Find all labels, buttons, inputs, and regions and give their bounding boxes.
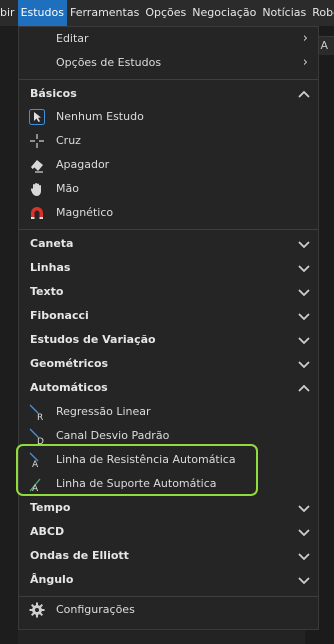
- menu-item-label: Cruz: [56, 134, 81, 147]
- separator: [19, 79, 318, 80]
- chevron-up-icon: [298, 384, 310, 392]
- menu-robos[interactable]: Robôs: [309, 0, 334, 26]
- section-label: Automáticos: [30, 381, 108, 394]
- section-label: Estudos de Variação: [30, 333, 156, 346]
- section-estudos-de-variacao[interactable]: Estudos de Variação: [19, 328, 318, 352]
- menu-ferramentas[interactable]: Ferramentas: [67, 0, 142, 26]
- menu-item-editar[interactable]: Editar ›: [19, 27, 318, 51]
- cursor-icon: [29, 109, 45, 125]
- section-label: Fibonacci: [30, 309, 89, 322]
- menu-opcoes[interactable]: Opções: [142, 0, 189, 26]
- hand-icon: [30, 183, 41, 196]
- chevron-down-icon: [298, 337, 310, 345]
- svg-text:R: R: [37, 413, 43, 420]
- menu-item-label: Apagador: [56, 158, 110, 171]
- menu-estudos[interactable]: Estudos: [17, 0, 67, 26]
- section-geometricos[interactable]: Geométricos: [19, 352, 318, 376]
- chevron-down-icon: [298, 553, 310, 561]
- section-label: Geométricos: [30, 357, 109, 370]
- section-tempo[interactable]: Tempo: [19, 496, 318, 520]
- menu-noticias[interactable]: Notícias: [259, 0, 309, 26]
- menu-item-cruz[interactable]: Cruz: [19, 129, 318, 153]
- menu-negociacao[interactable]: Negociação: [189, 0, 259, 26]
- separator: [19, 596, 318, 597]
- chevron-right-icon: ›: [302, 31, 308, 46]
- section-label: Básicos: [30, 87, 77, 100]
- chevron-down-icon: [298, 577, 310, 585]
- chevron-down-icon: [298, 529, 310, 537]
- menu-item-label: Opções de Estudos: [56, 56, 162, 69]
- menu-item-nenhum-estudo[interactable]: Nenhum Estudo: [19, 105, 318, 129]
- chevron-down-icon: [298, 361, 310, 369]
- menu-item-label: Editar: [56, 32, 89, 45]
- menu-item-label: Configurações: [56, 603, 135, 616]
- chevron-down-icon: [298, 289, 310, 297]
- section-fibonacci[interactable]: Fibonacci: [19, 304, 318, 328]
- section-texto[interactable]: Texto: [19, 280, 318, 304]
- crosshair-icon: [30, 134, 44, 148]
- section-automaticos[interactable]: Automáticos: [19, 376, 318, 400]
- section-ondas-de-elliott[interactable]: Ondas de Elliott: [19, 544, 318, 568]
- chevron-down-icon: [298, 241, 310, 249]
- menu-item-regressao-linear[interactable]: R Regressão Linear: [19, 400, 318, 424]
- gear-icon: [29, 602, 45, 618]
- regression-line-icon: R: [29, 404, 43, 420]
- menubar: bir Estudos Ferramentas Opções Negociaçã…: [0, 0, 334, 26]
- section-label: Caneta: [30, 237, 74, 250]
- left-background: [0, 26, 18, 644]
- highlight-box: [16, 444, 258, 496]
- menu-item-opcoes-de-estudos[interactable]: Opções de Estudos ›: [19, 51, 318, 75]
- menu-item-apagador[interactable]: Apagador: [19, 153, 318, 177]
- section-label: ABCD: [30, 525, 65, 538]
- std-deviation-channel-icon: D: [29, 428, 44, 444]
- separator: [19, 229, 318, 230]
- menu-item-label: Nenhum Estudo: [56, 110, 144, 123]
- menu-item-mao[interactable]: Mão: [19, 177, 318, 201]
- menu-item-label: Mão: [56, 182, 79, 195]
- section-label: Ângulo: [30, 573, 74, 586]
- menu-exibir[interactable]: bir: [0, 0, 18, 26]
- chevron-down-icon: [298, 313, 310, 321]
- section-basicos[interactable]: Básicos: [19, 82, 318, 106]
- chevron-right-icon: ›: [302, 55, 308, 70]
- menu-item-magnetico[interactable]: Magnético: [19, 201, 318, 225]
- estudos-dropdown-menu: Editar › Opções de Estudos › Básicos Nen…: [18, 26, 319, 630]
- magnet-icon: [31, 207, 43, 219]
- chevron-down-icon: [298, 505, 310, 513]
- section-label: Texto: [30, 285, 64, 298]
- section-label: Ondas de Elliott: [30, 549, 129, 562]
- menu-item-configuracoes[interactable]: Configurações: [19, 598, 318, 622]
- section-label: Tempo: [30, 501, 71, 514]
- section-abcd[interactable]: ABCD: [19, 520, 318, 544]
- svg-text:D: D: [37, 437, 44, 444]
- section-angulo[interactable]: Ângulo: [19, 568, 318, 592]
- right-toolbar-letter: A: [320, 39, 328, 52]
- section-linhas[interactable]: Linhas: [19, 256, 318, 280]
- section-label: Linhas: [30, 261, 71, 274]
- section-caneta[interactable]: Caneta: [19, 232, 318, 256]
- eraser-icon: [31, 160, 43, 173]
- menu-item-label: Magnético: [56, 206, 114, 219]
- menu-item-label: Regressão Linear: [56, 405, 151, 418]
- chevron-up-icon: [298, 90, 310, 98]
- chevron-down-icon: [298, 265, 310, 273]
